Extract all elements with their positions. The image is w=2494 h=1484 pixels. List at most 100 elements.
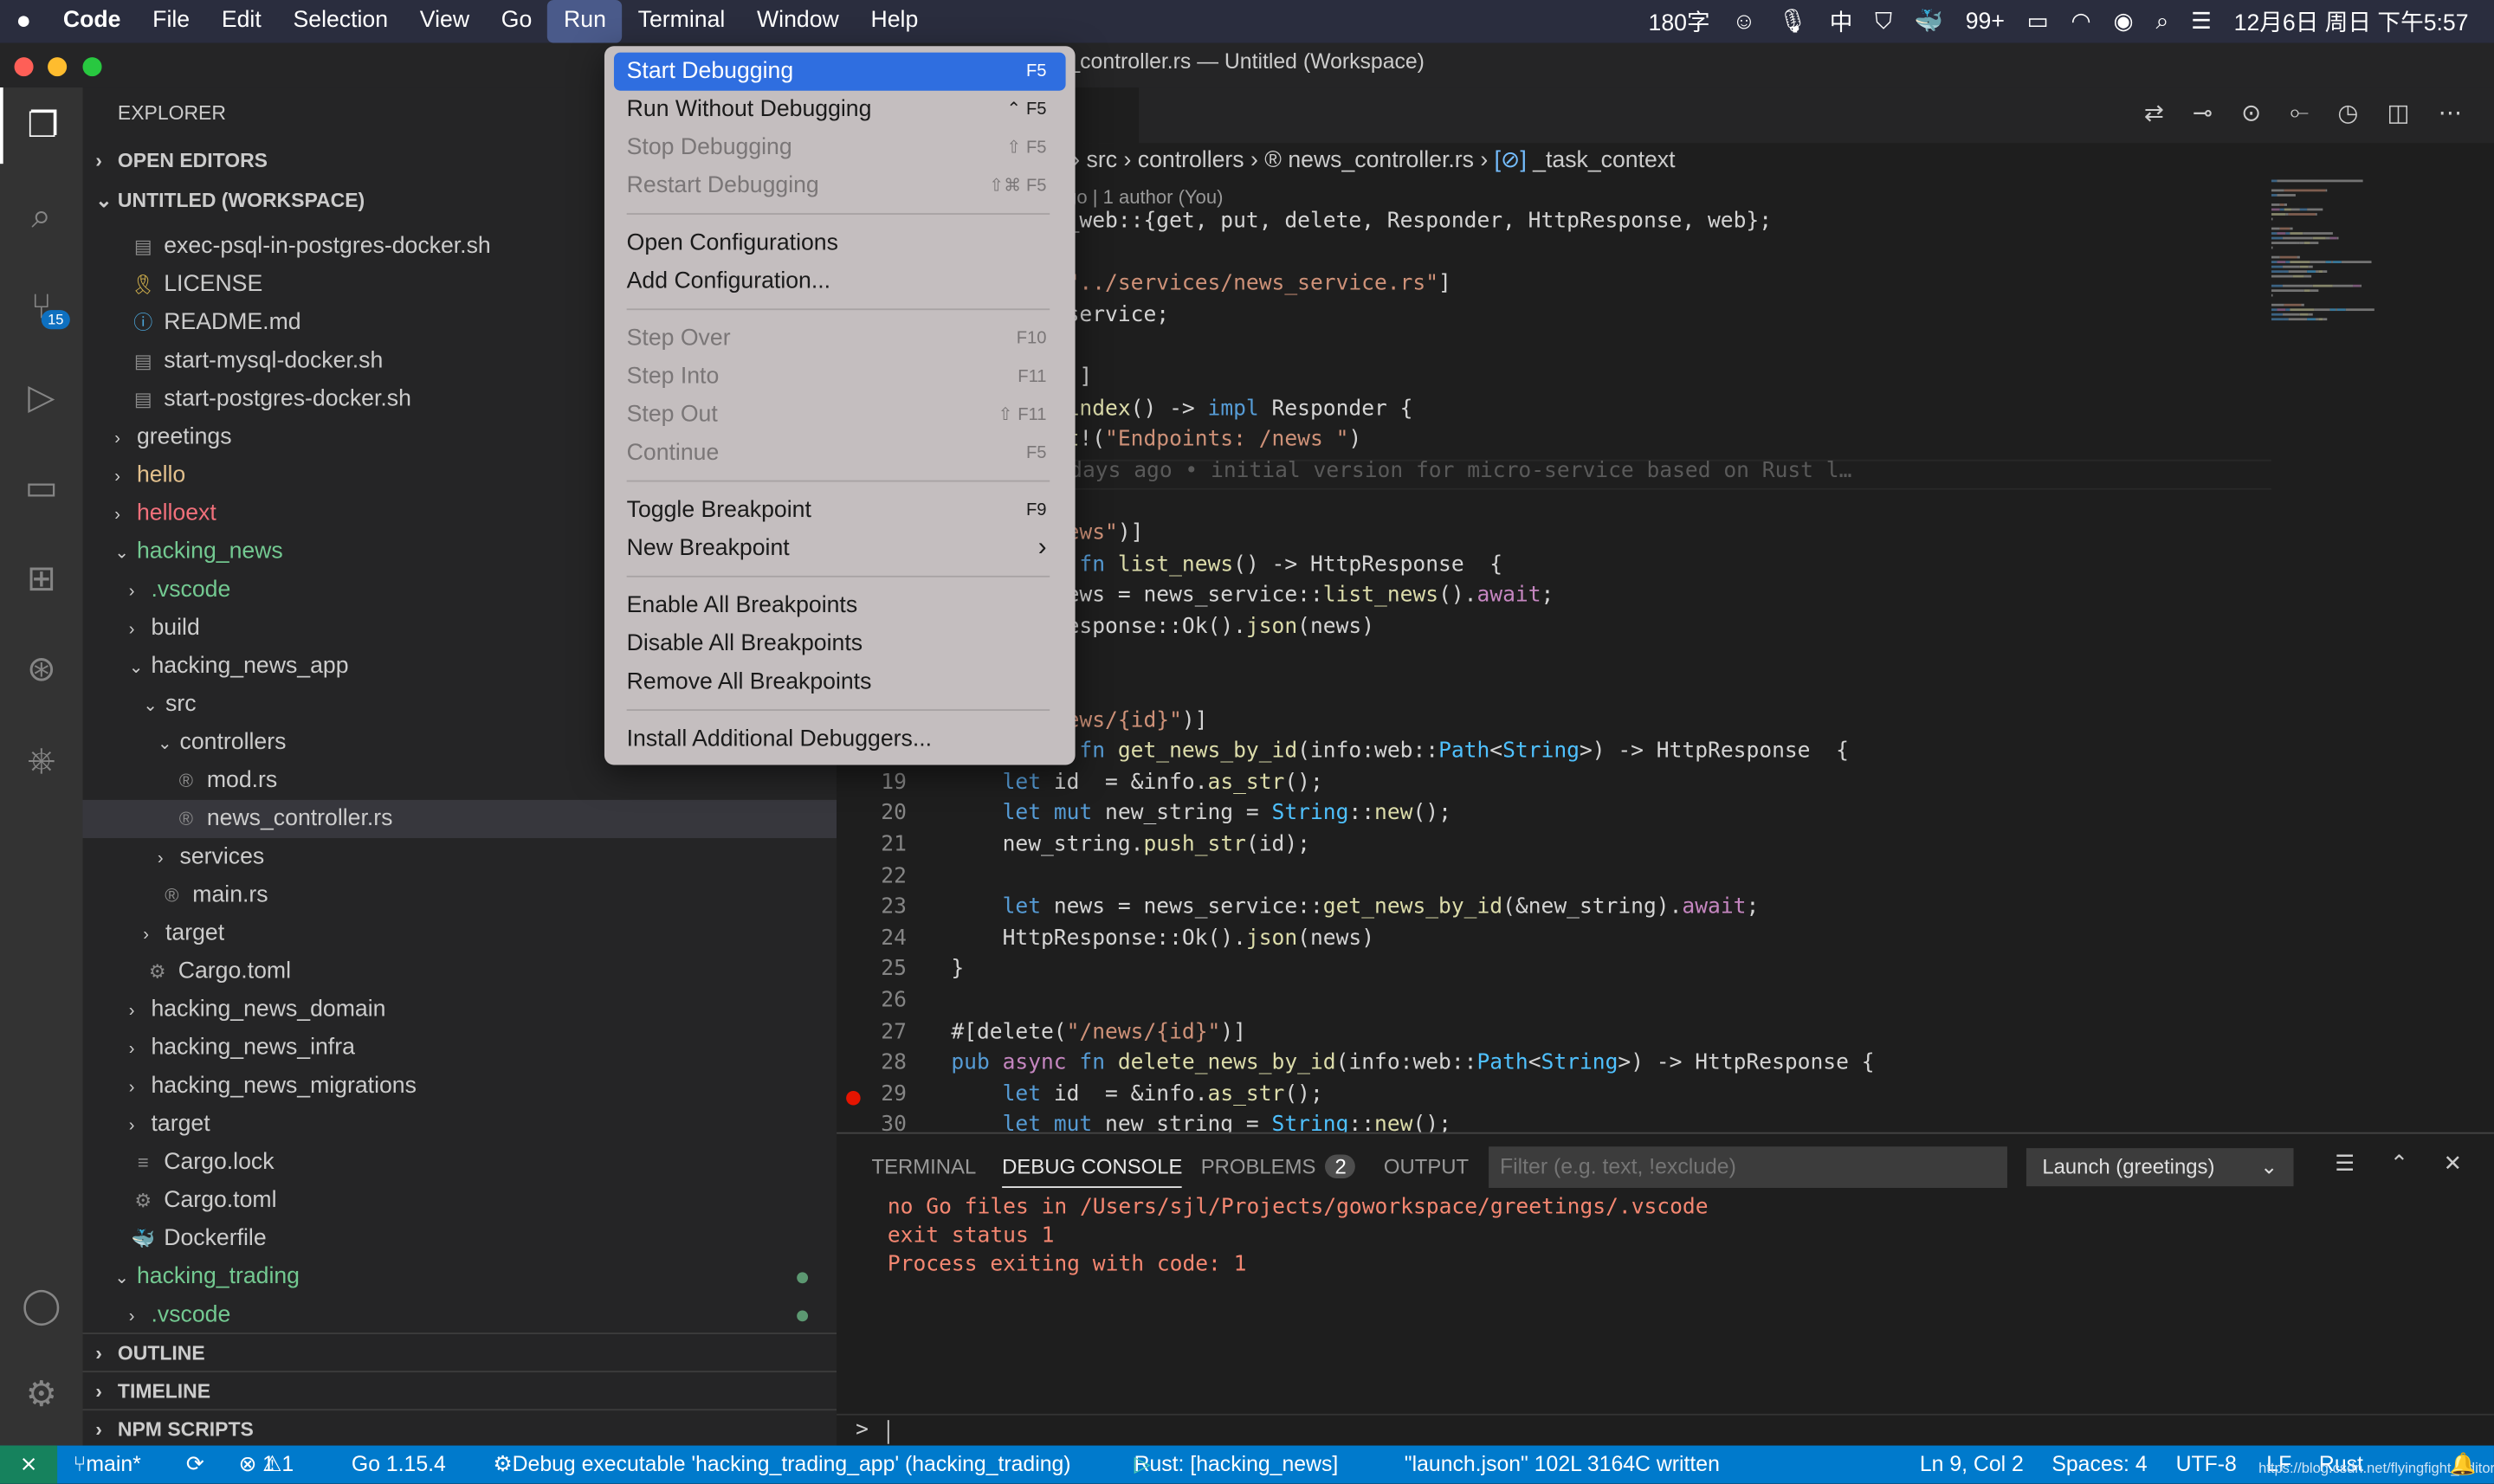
breadcrumb-item[interactable]: controllers (1138, 148, 1244, 173)
tree-item[interactable]: ≡ Cargo.lock (83, 1144, 837, 1182)
minimap[interactable] (2271, 179, 2431, 339)
run-debug-icon[interactable]: ▷ (0, 359, 83, 436)
timeline-icon[interactable]: ◷ (2337, 99, 2358, 127)
menu-run[interactable]: Run (547, 0, 623, 43)
cursor-position[interactable]: Ln 9, Col 2 (1920, 1446, 2024, 1484)
menu-help[interactable]: Help (855, 0, 934, 43)
input-method-icon[interactable]: 中 (1830, 5, 1853, 39)
tab-problems[interactable]: PROBLEMS 2 (1201, 1154, 1356, 1178)
control-center-icon[interactable]: ☰ (2191, 9, 2212, 34)
tree-item[interactable]: › hacking_news_migrations (83, 1067, 837, 1105)
source-control-icon[interactable]: ⑂ 15 (0, 268, 83, 345)
kubernetes-icon[interactable]: ⎈ (0, 722, 83, 798)
datetime[interactable]: 12月6日 周日 下午5:57 (2234, 5, 2469, 39)
emoji-icon[interactable]: ☺ (1732, 9, 1755, 34)
git-graph-icon[interactable]: ⊛ (0, 631, 83, 707)
menu-item-open-configurations[interactable]: Open Configurations (614, 224, 1066, 262)
account-icon[interactable]: ◯ (0, 1268, 83, 1344)
debug-config-status[interactable]: ⚙ Debug executable 'hacking_trading_app'… (493, 1446, 1070, 1484)
breadcrumb-item[interactable]: news_controller.rs (1288, 148, 1474, 173)
breakpoint-icon[interactable] (846, 1090, 861, 1106)
code-editor[interactable]: 1use actix_web::{get, put, delete, Respo… (837, 210, 2494, 1132)
extensions-icon[interactable]: ⊞ (0, 540, 83, 616)
timeline-section[interactable]: › TIMELINE (82, 1371, 837, 1409)
search-icon[interactable]: ⌕ (0, 178, 83, 255)
menu-go[interactable]: Go (485, 0, 547, 43)
menu-view[interactable]: View (404, 0, 485, 43)
tree-item[interactable]: 🐳 Dockerfile (83, 1220, 837, 1258)
menu-item-run-without-debugging[interactable]: Run Without Debugging ⌃ F5 (614, 91, 1066, 129)
tab-debug-console[interactable]: DEBUG CONSOLE (1002, 1154, 1183, 1189)
tree-item[interactable]: ⌄ hacking_trading (83, 1258, 837, 1296)
menu-item-install-additional-debuggers[interactable]: Install Additional Debuggers... (614, 720, 1066, 758)
menu-file[interactable]: File (137, 0, 206, 43)
debug-console-input[interactable]: > (837, 1413, 2494, 1448)
indentation[interactable]: Spaces: 4 (2051, 1446, 2147, 1484)
problems-status[interactable]: ⊗ 1 ⚠ 1 (239, 1446, 294, 1484)
menu-item-label: Disable All Breakpoints (626, 631, 863, 657)
tree-item[interactable]: › hacking_news_infra (83, 1029, 837, 1067)
encoding[interactable]: UTF-8 (2176, 1446, 2237, 1484)
minimize-window-button[interactable] (48, 57, 68, 77)
tab-output[interactable]: OUTPUT (1384, 1154, 1469, 1178)
maximize-window-button[interactable] (82, 57, 102, 77)
close-window-button[interactable] (14, 57, 34, 77)
debug-console-filter-input[interactable] (1489, 1146, 2007, 1189)
wifi-icon[interactable]: ◠ (2071, 9, 2091, 34)
menu-item-disable-all-breakpoints[interactable]: Disable All Breakpoints (614, 625, 1066, 663)
menu-item-start-debugging[interactable]: Start Debugging F5 (613, 52, 1066, 91)
clear-console-icon[interactable]: ☰ (2335, 1150, 2355, 1177)
tree-item[interactable]: ® mod.rs (83, 762, 837, 800)
tab-terminal[interactable]: TERMINAL (872, 1154, 977, 1178)
tree-item[interactable]: › target (83, 1106, 837, 1144)
docker-icon[interactable]: 🐳 (1915, 8, 1943, 35)
breadcrumb-item[interactable]: src (1087, 148, 1118, 173)
outline-section[interactable]: › OUTLINE (82, 1332, 837, 1371)
git-next-icon[interactable]: ⟜ (2290, 99, 2309, 127)
microphone-icon[interactable]: 🎙 (1778, 8, 1807, 35)
git-previous-icon[interactable]: ⊸ (2193, 99, 2213, 127)
branch-status[interactable]: ⑂ main* (73, 1446, 140, 1484)
menu-item-remove-all-breakpoints[interactable]: Remove All Breakpoints (614, 663, 1066, 701)
app-menu[interactable]: Code (47, 0, 136, 43)
remote-indicator[interactable]: ⨯ (0, 1445, 58, 1484)
apple-menu-icon[interactable]: ● (0, 0, 47, 43)
tree-item[interactable]: › services (83, 838, 837, 876)
close-panel-icon[interactable]: ✕ (2444, 1150, 2463, 1177)
menu-item-new-breakpoint[interactable]: New Breakpoint › (614, 530, 1066, 568)
menu-item-enable-all-breakpoints[interactable]: Enable All Breakpoints (614, 587, 1066, 625)
menu-terminal[interactable]: Terminal (622, 0, 740, 43)
menu-edit[interactable]: Edit (205, 0, 277, 43)
files-icon[interactable]: ❐ (0, 87, 83, 165)
remote-explorer-icon[interactable]: ▭ (0, 450, 83, 526)
git-commit-icon[interactable]: ⊙ (2241, 99, 2261, 127)
tree-item[interactable]: › .vscode (83, 1296, 837, 1334)
open-changes-icon[interactable]: ⇄ (2144, 99, 2164, 127)
notifications-icon[interactable]: 🔔 (2450, 1446, 2477, 1484)
menu-selection[interactable]: Selection (277, 0, 404, 43)
more-actions-icon[interactable]: ⋯ (2439, 99, 2463, 127)
split-editor-icon[interactable]: ◫ (2387, 99, 2410, 127)
maximize-panel-icon[interactable]: ⌃ (2390, 1150, 2409, 1177)
gear-icon[interactable]: ⚙ (0, 1357, 83, 1433)
tree-item[interactable]: ® news_controller.rs (82, 799, 837, 838)
launch-config-select[interactable]: Launch (greetings) ⌄ (2026, 1148, 2294, 1187)
spotlight-search-icon[interactable]: ⌕ (2155, 9, 2168, 34)
npm-scripts-section[interactable]: › NPM SCRIPTS (82, 1409, 837, 1447)
battery-icon[interactable]: ▭ (2027, 9, 2049, 34)
menu-item-add-configuration[interactable]: Add Configuration... (614, 262, 1066, 300)
menu-item-toggle-breakpoint[interactable]: Toggle Breakpoint F9 (614, 492, 1066, 530)
sync-icon[interactable]: ⟳ (186, 1446, 204, 1484)
tree-item[interactable]: ⚙ Cargo.toml (83, 952, 837, 990)
notification-count[interactable]: 99+ (1966, 9, 2005, 34)
word-count-status[interactable]: 180字 (1649, 5, 1710, 39)
breadcrumb-item[interactable]: _task_context (1533, 148, 1675, 173)
tree-item[interactable]: › target (83, 914, 837, 952)
go-version[interactable]: Go 1.15.4 (352, 1446, 446, 1484)
menu-window[interactable]: Window (741, 0, 855, 43)
tree-item[interactable]: ⚙ Cargo.toml (83, 1182, 837, 1220)
tree-item[interactable]: ® main.rs (83, 876, 837, 914)
vpn-shield-icon[interactable]: ⛉ (1875, 9, 1892, 34)
user-icon[interactable]: ◉ (2113, 9, 2133, 34)
tree-item[interactable]: › hacking_news_domain (83, 990, 837, 1029)
